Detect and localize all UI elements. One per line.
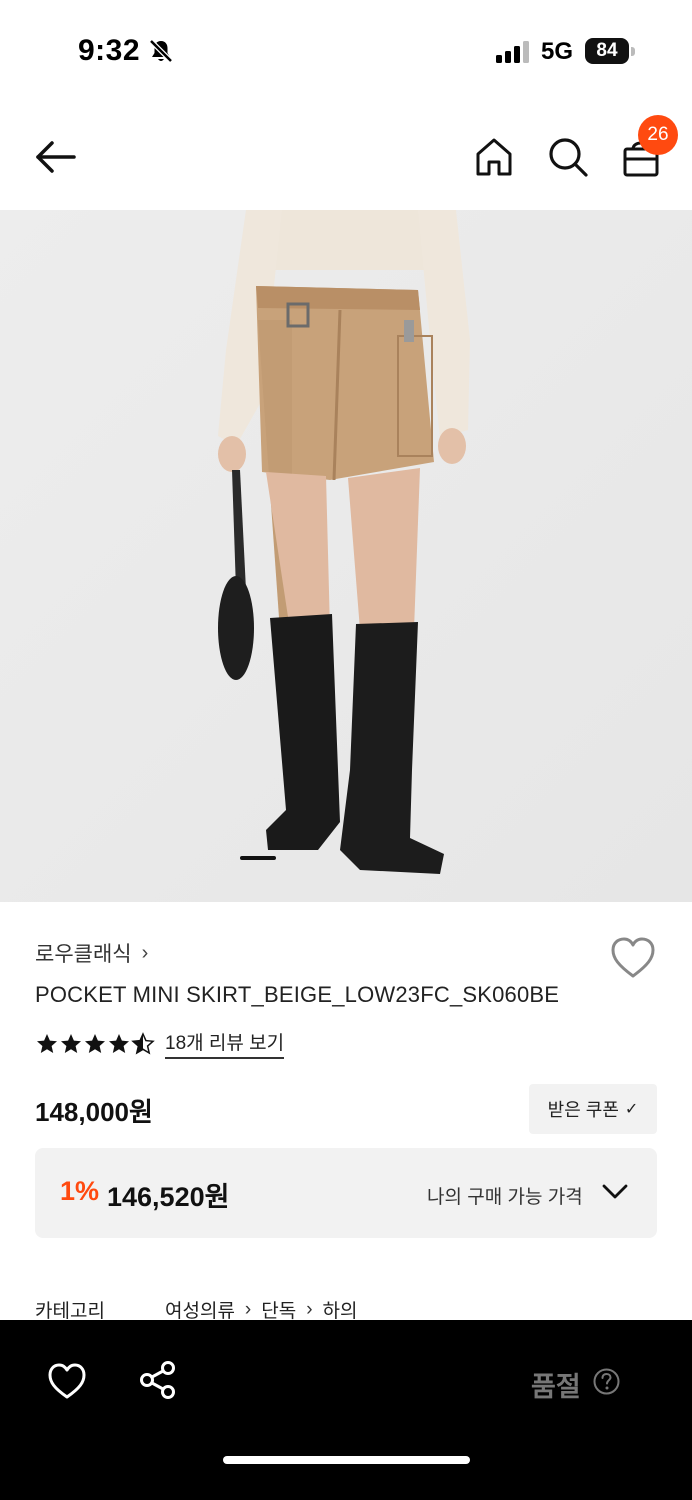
- chevron-down-icon[interactable]: [601, 1180, 629, 1204]
- my-price-panel[interactable]: 1% 146,520원 나의 구매 가능 가격: [35, 1148, 657, 1238]
- battery-icon: 84: [585, 38, 635, 64]
- network-type: 5G: [541, 38, 574, 65]
- star-full-icon: [109, 1033, 129, 1053]
- carousel-indicator: [240, 856, 276, 860]
- chevron-right-icon: ›: [244, 1298, 252, 1320]
- top-nav: 26: [0, 100, 692, 210]
- my-price-label: 나의 구매 가능 가격: [427, 1187, 583, 1208]
- status-bar: 9:32 5G 84: [0, 0, 692, 100]
- category-item[interactable]: 여성의류: [165, 1296, 235, 1323]
- cellular-signal-icon: [496, 41, 529, 63]
- coupon-button-label: 받은 쿠폰: [547, 1100, 619, 1120]
- product-image[interactable]: [0, 210, 692, 902]
- star-half-icon: [131, 1031, 155, 1055]
- soldout-label: 품절: [531, 1372, 581, 1402]
- chevron-right-icon: ›: [141, 941, 149, 964]
- home-icon[interactable]: [472, 135, 516, 179]
- share-icon[interactable]: [138, 1360, 178, 1400]
- check-icon: ✓: [624, 1101, 639, 1118]
- bell-off-icon: [149, 39, 173, 63]
- home-indicator: [223, 1456, 470, 1464]
- coupon-button[interactable]: 받은 쿠폰 ✓: [529, 1084, 657, 1134]
- my-price-value: 146,520원: [107, 1182, 230, 1212]
- brand-link[interactable]: 로우클래식 ›: [35, 938, 148, 968]
- reviews-link[interactable]: 18개 리뷰 보기: [165, 1028, 285, 1059]
- status-time: 9:32: [78, 34, 141, 67]
- wishlist-heart-icon[interactable]: [610, 936, 656, 980]
- wishlist-heart-icon[interactable]: [47, 1362, 87, 1400]
- star-full-icon: [61, 1033, 81, 1053]
- star-rating: [35, 1031, 155, 1056]
- category-item[interactable]: 하의: [323, 1296, 358, 1323]
- cart-count-badge: 26: [638, 115, 678, 155]
- category-item[interactable]: 단독: [261, 1296, 296, 1323]
- search-icon[interactable]: [546, 135, 590, 179]
- help-icon[interactable]: [593, 1368, 620, 1395]
- category-label: 카테고리: [35, 1301, 105, 1322]
- product-price: 148,000원: [35, 1097, 153, 1127]
- discount-rate: 1%: [60, 1176, 100, 1206]
- bottom-action-bar: 품절: [0, 1320, 692, 1500]
- back-arrow-icon[interactable]: [34, 135, 78, 179]
- product-name: POCKET MINI SKIRT_BEIGE_LOW23FC_SK060BE: [35, 982, 560, 1007]
- brand-name: 로우클래식: [35, 943, 132, 966]
- battery-level: 84: [596, 40, 618, 61]
- category-breadcrumb: 여성의류 › 단독 › 하의: [165, 1296, 358, 1323]
- product-detail-page: 9:32 5G 84 26 로우클래식 › POCKET MINI SKIRT_…: [0, 0, 692, 1500]
- star-full-icon: [37, 1033, 57, 1053]
- product-photo-skirt: [0, 210, 692, 902]
- category-row: 카테고리 여성의류 › 단독 › 하의: [35, 1296, 358, 1323]
- chevron-right-icon: ›: [306, 1298, 313, 1320]
- star-full-icon: [85, 1033, 105, 1053]
- rating-row: 18개 리뷰 보기: [35, 1028, 285, 1059]
